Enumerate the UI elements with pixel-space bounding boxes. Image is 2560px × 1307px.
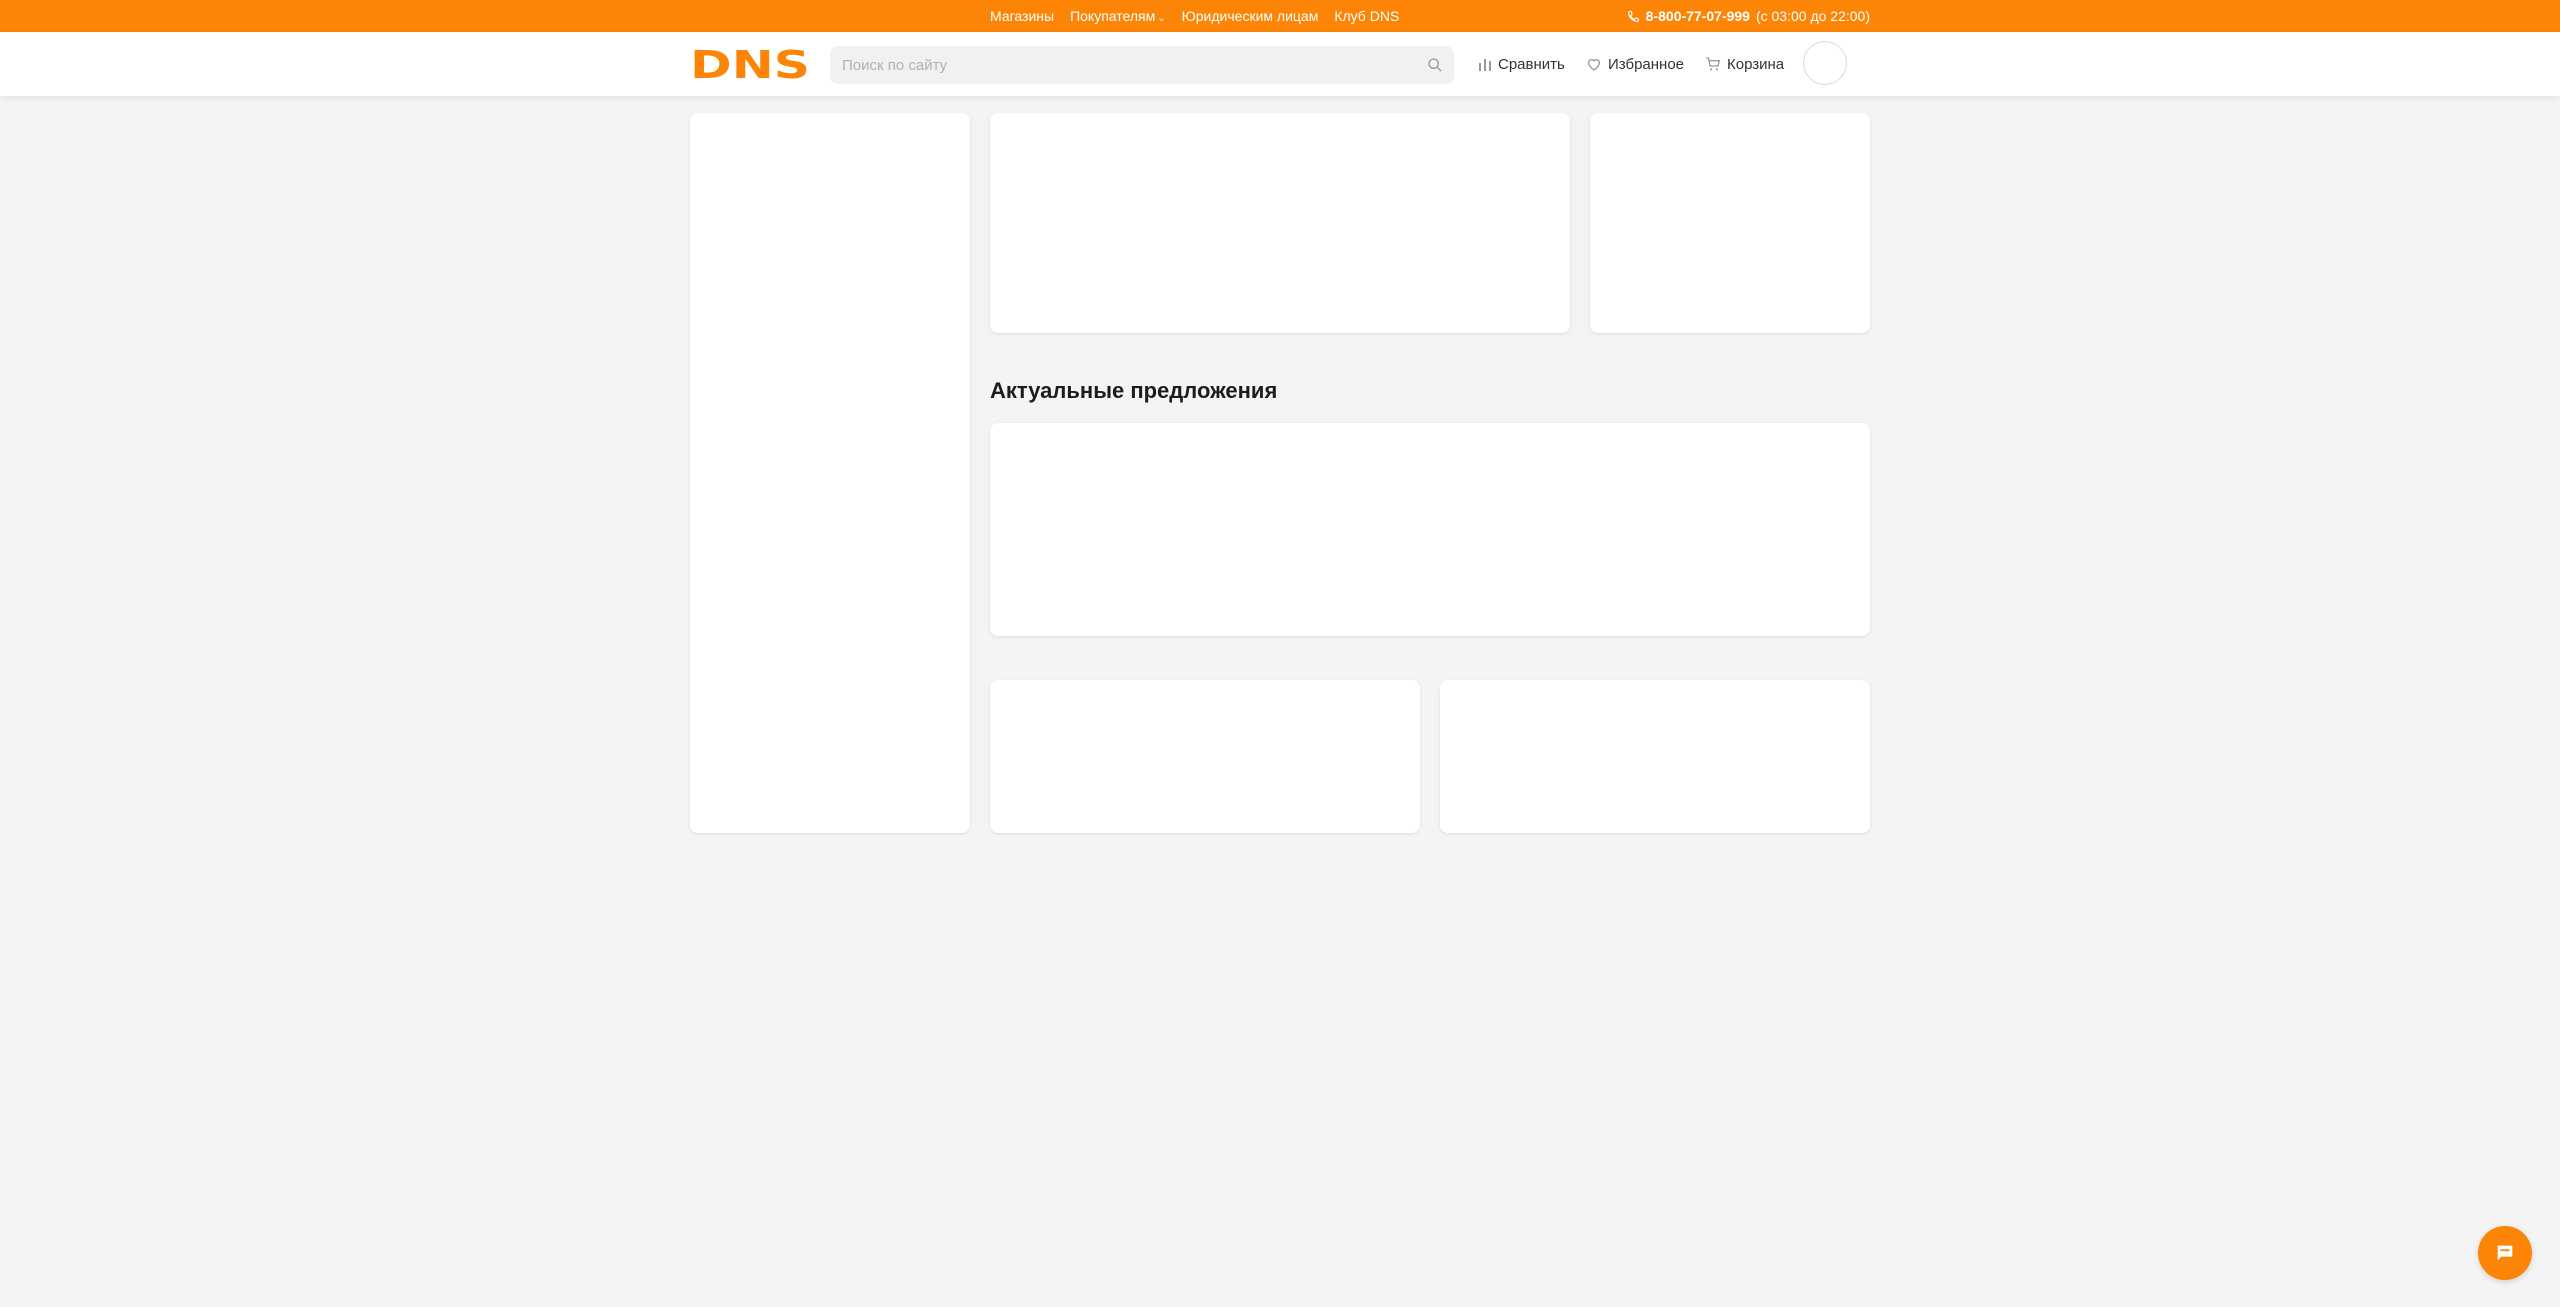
search-input[interactable] <box>830 55 1416 75</box>
promo-card-left[interactable] <box>990 680 1420 833</box>
site-header: DNS Сравнить Избранное Корзина <box>0 32 2560 96</box>
compare-button[interactable]: Сравнить <box>1478 32 1565 96</box>
phone-number: 8-800-77-07-999 <box>1645 8 1750 24</box>
offers-section-title: Актуальные предложения <box>990 378 1278 403</box>
logo-text: DNS <box>690 47 810 81</box>
top-bar: Магазины Покупателям ⌄ Юридическим лицам … <box>0 0 2560 32</box>
chat-button[interactable] <box>2478 1226 2532 1280</box>
legal-entities-link[interactable]: Юридическим лицам <box>1182 8 1319 24</box>
working-hours: (с 03:00 до 22:00) <box>1755 8 1870 24</box>
phone-icon <box>1627 10 1639 22</box>
chat-icon <box>2497 1245 2513 1261</box>
favorites-label: Избранное <box>1608 55 1685 73</box>
main-banner[interactable] <box>990 113 1570 333</box>
offers-carousel[interactable] <box>990 423 1870 636</box>
top-bar-inner: Магазины Покупателям ⌄ Юридическим лицам … <box>990 0 1870 32</box>
avatar[interactable] <box>1803 41 1847 85</box>
promo-card-right[interactable] <box>1440 680 1870 833</box>
customers-menu[interactable]: Покупателям ⌄ <box>1070 8 1166 24</box>
side-banner[interactable] <box>1590 113 1870 333</box>
heart-icon <box>1587 59 1601 71</box>
customers-link-label: Покупателям <box>1070 8 1156 24</box>
compare-label: Сравнить <box>1498 55 1565 73</box>
compare-icon <box>1479 59 1491 71</box>
top-bar-links: Магазины Покупателям ⌄ Юридическим лицам … <box>990 8 1399 24</box>
catalog-sidebar <box>690 113 970 833</box>
dns-club-link[interactable]: Клуб DNS <box>1334 8 1399 24</box>
favorites-button[interactable]: Избранное <box>1586 32 1684 96</box>
cart-icon <box>1706 57 1721 71</box>
dns-logo[interactable]: DNS <box>690 47 810 81</box>
search-box <box>830 46 1454 84</box>
chevron-down-icon: ⌄ <box>1157 13 1166 24</box>
cart-label: Корзина <box>1727 55 1785 73</box>
search-icon[interactable] <box>1416 46 1454 84</box>
stores-link[interactable]: Магазины <box>990 8 1054 24</box>
phone-info[interactable]: 8-800-77-07-999 (с 03:00 до 22:00) <box>1627 8 1870 24</box>
cart-button[interactable]: Корзина <box>1705 32 1784 96</box>
